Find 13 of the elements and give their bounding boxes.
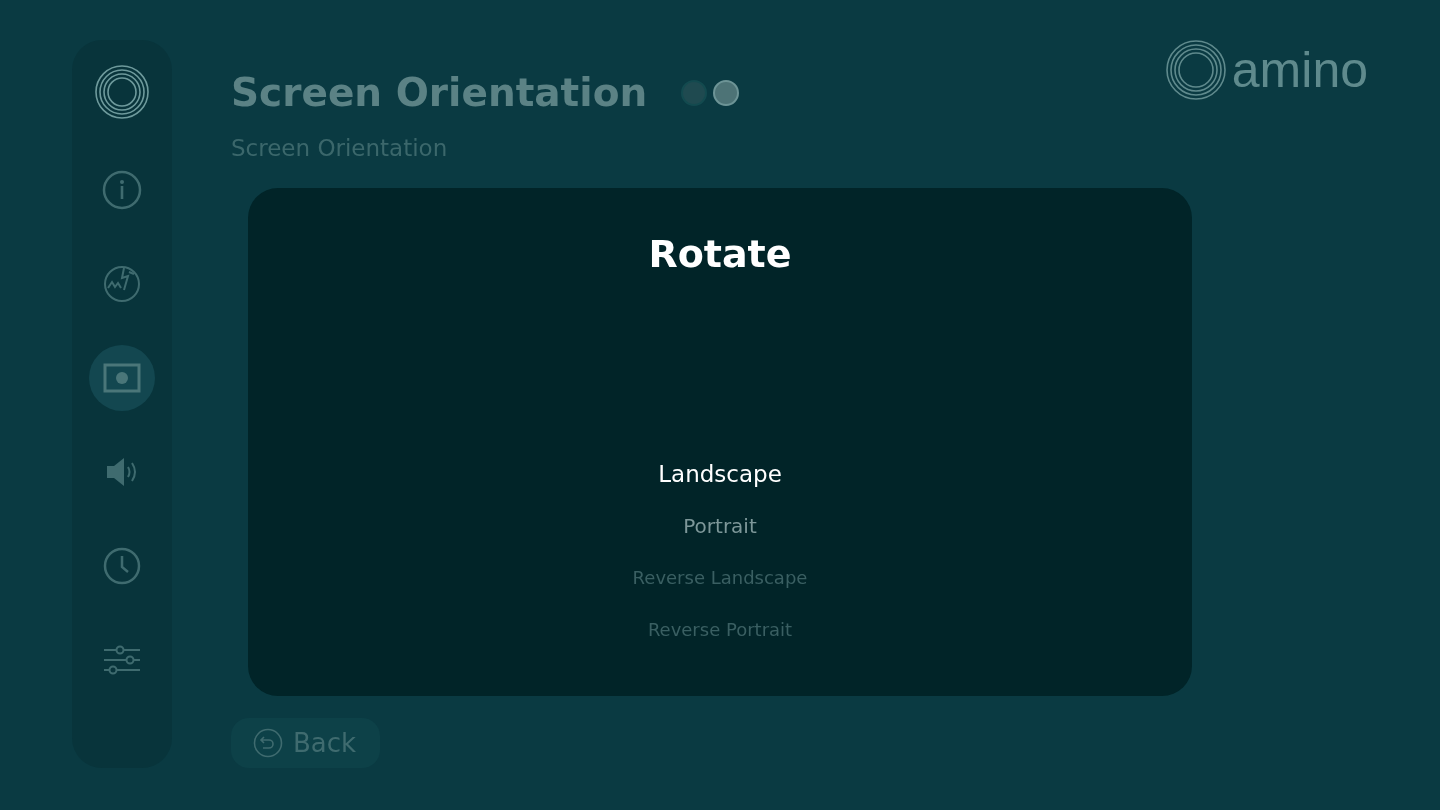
option-item[interactable]: Reverse Landscape — [632, 562, 808, 594]
back-icon — [253, 728, 283, 758]
dialog-title: Rotate — [648, 232, 792, 276]
rings-logo-icon — [95, 65, 149, 119]
clock-icon — [102, 546, 142, 586]
option-item[interactable]: Landscape — [658, 458, 782, 490]
logo-text: amino — [1231, 41, 1368, 99]
info-icon — [102, 170, 142, 210]
option-item[interactable]: Portrait — [683, 510, 757, 542]
option-item[interactable]: Reverse Portrait — [647, 614, 793, 646]
rings-logo-icon — [1165, 40, 1226, 100]
globe-icon — [102, 264, 142, 304]
page-title: Screen Orientation — [231, 70, 648, 115]
